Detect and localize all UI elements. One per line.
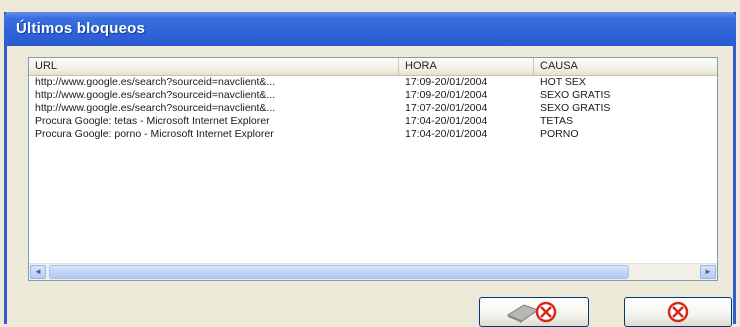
eraser-with-cancel-icon xyxy=(506,301,557,323)
cell-url: Procura Google: tetas - Microsoft Intern… xyxy=(35,115,270,127)
horizontal-scrollbar[interactable]: ◄ ► xyxy=(29,263,717,280)
delete-button[interactable] xyxy=(479,297,589,327)
cancel-circle-icon xyxy=(667,301,689,323)
cell-hora: 17:09-20/01/2004 xyxy=(405,76,488,88)
cell-hora: 17:09-20/01/2004 xyxy=(405,89,488,101)
cell-causa: SEXO GRATIS xyxy=(540,102,611,114)
scroll-left-icon[interactable]: ◄ xyxy=(30,265,46,279)
blocks-list[interactable]: URL HORA CAUSA http://www.google.es/sear… xyxy=(28,57,718,281)
cell-causa: PORNO xyxy=(540,128,579,140)
list-rows: http://www.google.es/search?sourceid=nav… xyxy=(29,76,717,141)
cancel-button[interactable] xyxy=(624,297,732,327)
title-bar[interactable]: Últimos bloqueos xyxy=(4,12,736,46)
cell-hora: 17:04-20/01/2004 xyxy=(405,128,488,140)
cell-hora: 17:07-20/01/2004 xyxy=(405,102,488,114)
table-row[interactable]: http://www.google.es/search?sourceid=nav… xyxy=(29,89,717,102)
list-header: URL HORA CAUSA xyxy=(29,58,717,76)
cell-url: Procura Google: porno - Microsoft Intern… xyxy=(35,128,274,140)
window-title: Últimos bloqueos xyxy=(16,20,146,37)
table-row[interactable]: Procura Google: porno - Microsoft Intern… xyxy=(29,128,717,141)
table-row[interactable]: http://www.google.es/search?sourceid=nav… xyxy=(29,102,717,115)
column-header-url[interactable]: URL xyxy=(29,58,399,75)
table-row[interactable]: Procura Google: tetas - Microsoft Intern… xyxy=(29,115,717,128)
scrollbar-thumb[interactable] xyxy=(49,265,629,279)
cell-hora: 17:04-20/01/2004 xyxy=(405,115,488,127)
column-header-hora[interactable]: HORA xyxy=(399,58,534,75)
column-header-causa[interactable]: CAUSA xyxy=(534,58,717,75)
cell-url: http://www.google.es/search?sourceid=nav… xyxy=(35,102,276,114)
scroll-right-icon[interactable]: ► xyxy=(700,265,716,279)
cell-causa: SEXO GRATIS xyxy=(540,89,611,101)
table-row[interactable]: http://www.google.es/search?sourceid=nav… xyxy=(29,76,717,89)
cell-url: http://www.google.es/search?sourceid=nav… xyxy=(35,76,276,88)
cell-url: http://www.google.es/search?sourceid=nav… xyxy=(35,89,276,101)
window: Últimos bloqueos URL HORA CAUSA http://w… xyxy=(4,12,736,327)
cell-causa: TETAS xyxy=(540,115,574,127)
cell-causa: HOT SEX xyxy=(540,76,586,88)
